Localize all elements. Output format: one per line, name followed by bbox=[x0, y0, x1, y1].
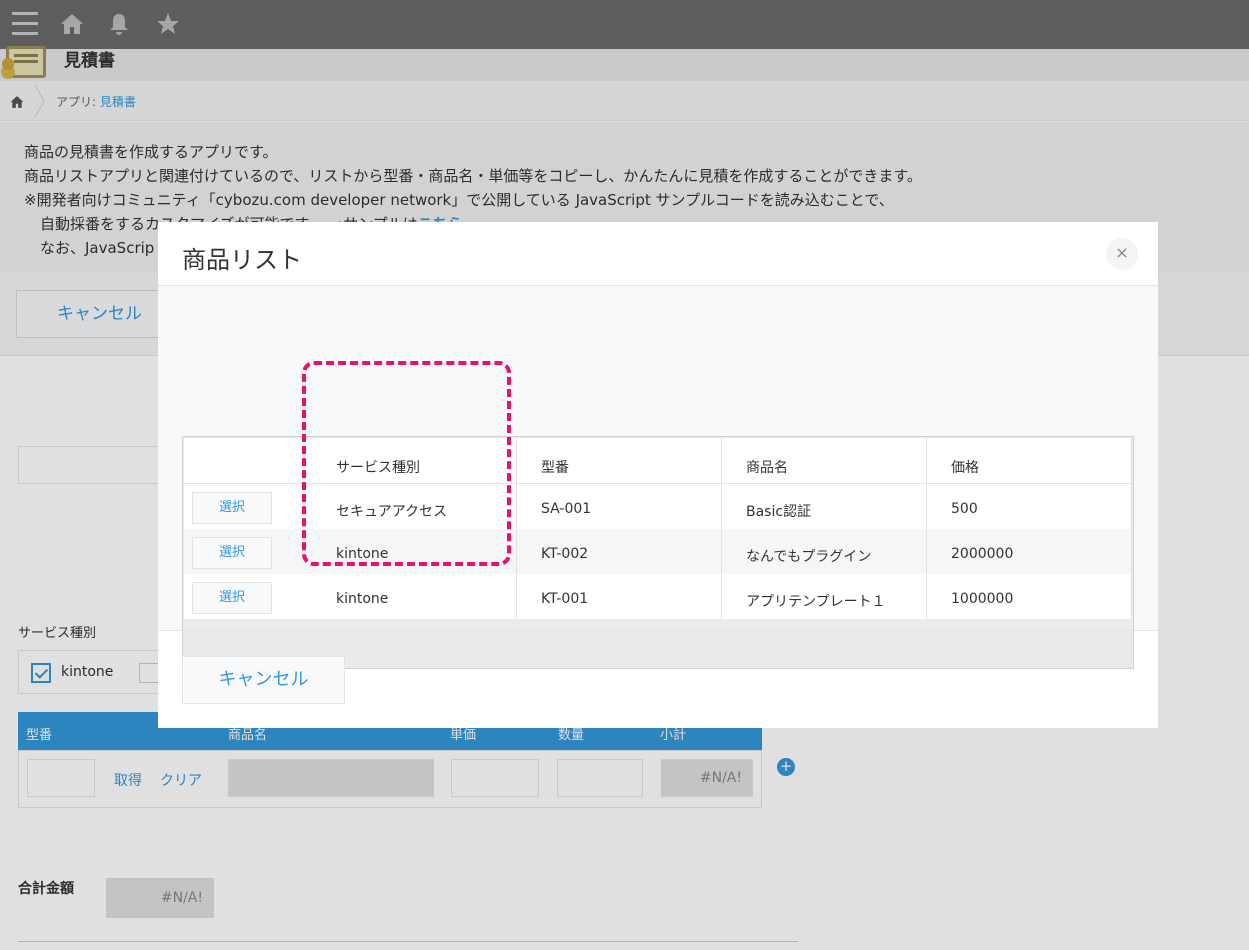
cell-model: KT-002 bbox=[541, 546, 589, 562]
column-header-model: 型番 bbox=[541, 460, 569, 476]
cell-product-name: アプリテンプレート１ bbox=[746, 594, 886, 610]
dialog-cancel-button[interactable]: キャンセル bbox=[182, 656, 345, 704]
cell-product-name: Basic認証 bbox=[746, 504, 812, 520]
column-divider bbox=[721, 438, 722, 619]
cell-product-name: なんでもプラグイン bbox=[746, 549, 872, 565]
cell-service-type: kintone bbox=[336, 591, 389, 607]
select-button[interactable]: 選択 bbox=[192, 492, 272, 524]
column-divider bbox=[516, 438, 517, 619]
cell-price: 2000000 bbox=[951, 546, 1014, 562]
cell-model: KT-001 bbox=[541, 591, 589, 607]
select-button[interactable]: 選択 bbox=[192, 537, 272, 569]
service-type-column-highlight bbox=[302, 361, 511, 566]
cell-model: SA-001 bbox=[541, 501, 592, 517]
cell-price: 1000000 bbox=[951, 591, 1014, 607]
dialog-title: 商品リスト bbox=[182, 246, 302, 274]
close-button[interactable]: × bbox=[1106, 238, 1138, 270]
select-button[interactable]: 選択 bbox=[192, 582, 272, 614]
cell-price: 500 bbox=[951, 501, 978, 517]
table-row: 選択 kintone KT-001 アプリテンプレート１ 1000000 bbox=[184, 574, 1132, 619]
column-divider bbox=[1131, 438, 1132, 619]
column-header-price: 価格 bbox=[951, 460, 979, 476]
column-header-product-name: 商品名 bbox=[746, 460, 788, 476]
divider bbox=[158, 630, 1158, 631]
column-divider bbox=[926, 438, 927, 619]
